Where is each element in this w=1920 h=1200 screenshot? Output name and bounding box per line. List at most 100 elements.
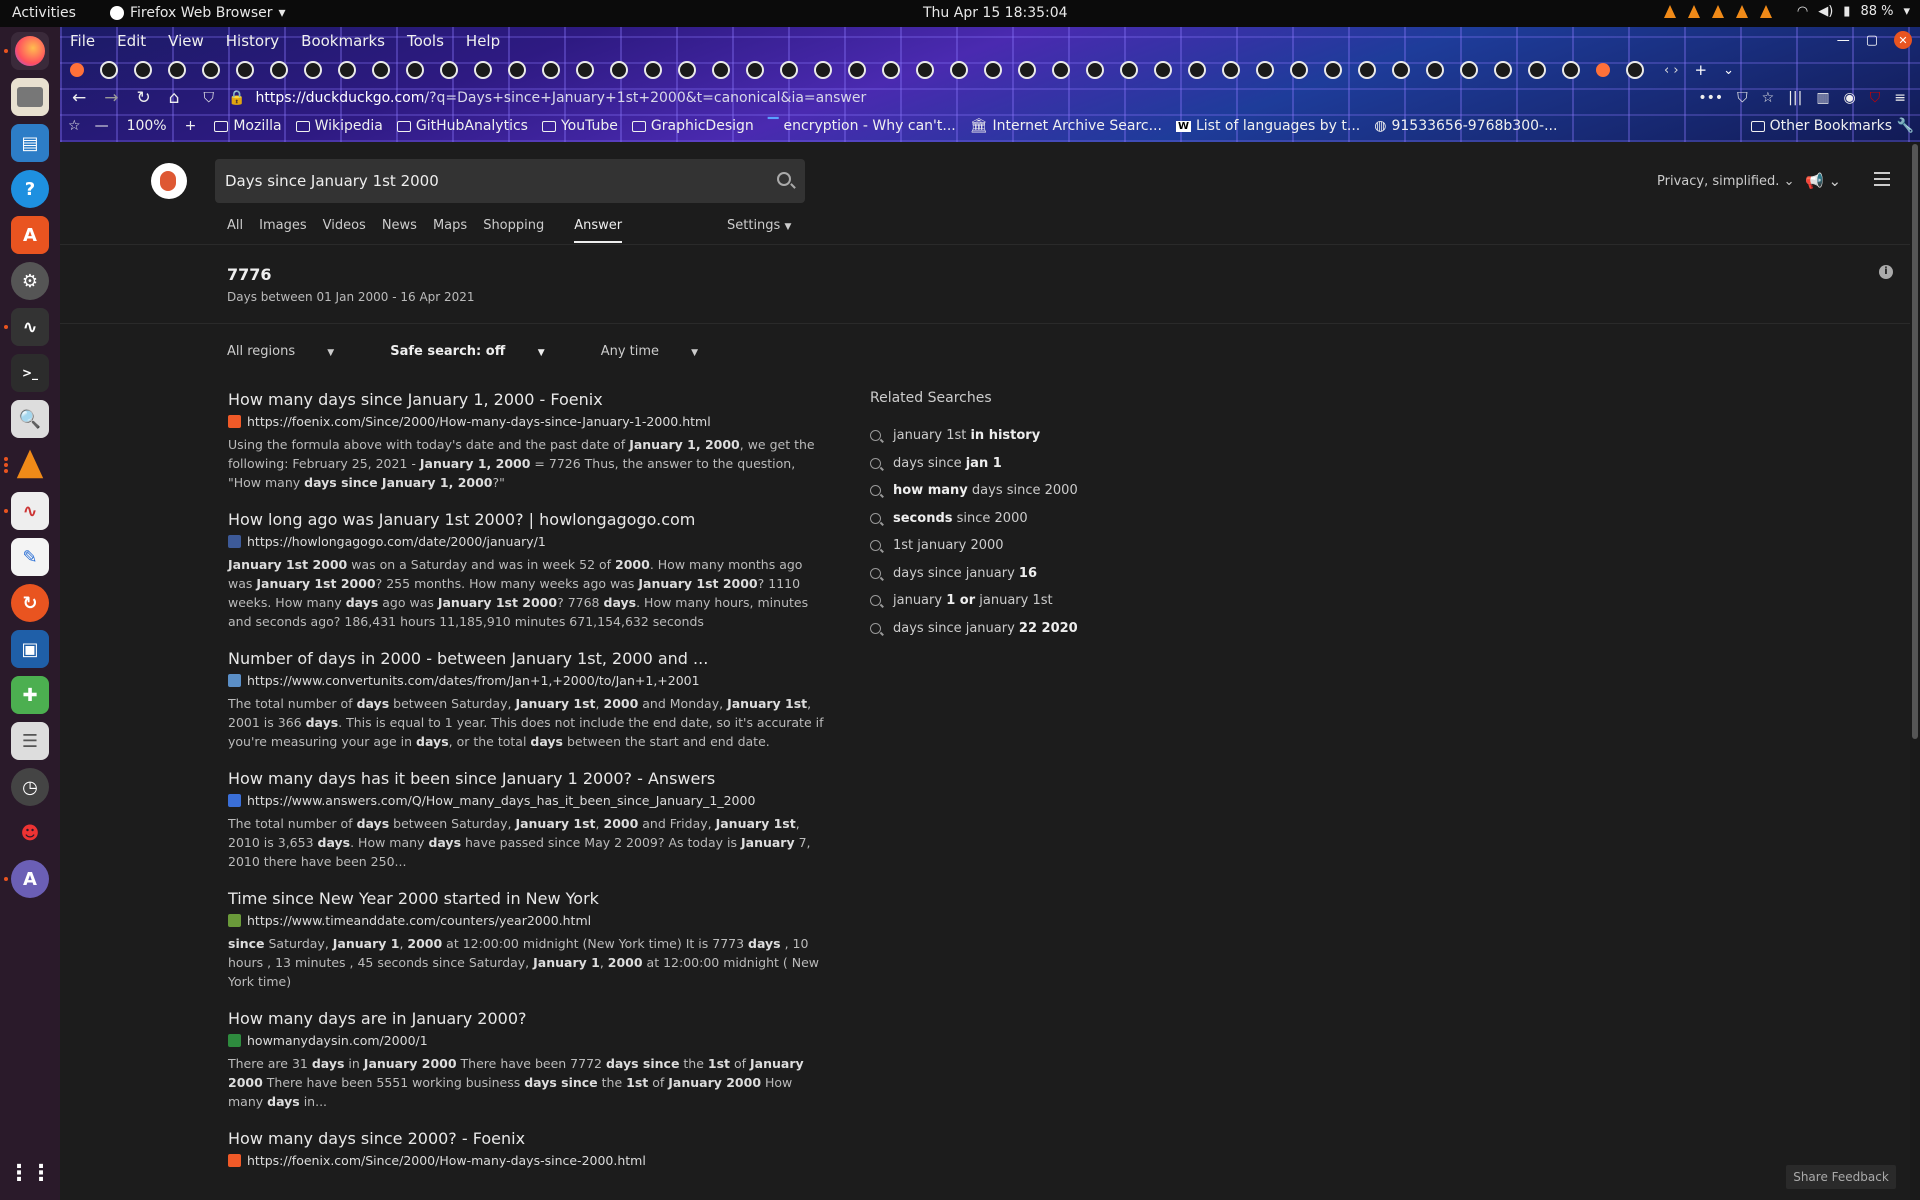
menu-bookmarks[interactable]: Bookmarks (301, 32, 385, 50)
tab-images[interactable]: Images (259, 218, 307, 243)
result-url-row[interactable]: howmanydaysin.com/2000/1 (228, 1033, 828, 1048)
github-tab-icon[interactable] (1188, 61, 1206, 79)
game-launcher[interactable]: ☻ (11, 814, 49, 852)
scrollbar[interactable] (1910, 142, 1920, 1200)
github-tab-icon[interactable] (508, 61, 526, 79)
github-tab-icon[interactable] (440, 61, 458, 79)
maximize-button[interactable]: ▢ (1866, 33, 1878, 48)
github-tab-icon[interactable] (1222, 61, 1240, 79)
bookmark-githubanalytics[interactable]: GitHubAnalytics (396, 118, 528, 134)
library-icon[interactable]: ||| (1788, 90, 1802, 106)
github-tab-icon[interactable] (814, 61, 832, 79)
search-tool-launcher[interactable]: 🔍 (11, 400, 49, 438)
bookmark-youtube[interactable]: YouTube (541, 118, 618, 134)
result-url-row[interactable]: https://www.timeanddate.com/counters/yea… (228, 913, 828, 928)
help-launcher[interactable]: ? (11, 170, 49, 208)
vlc-launcher[interactable] (11, 446, 49, 484)
menu-tools[interactable]: Tools (407, 32, 444, 50)
more-icon[interactable]: ••• (1698, 90, 1723, 106)
result-title[interactable]: How many days are in January 2000? (228, 1009, 828, 1028)
result-url-row[interactable]: https://foenix.com/Since/2000/How-many-d… (228, 414, 828, 429)
tab-scroll-arrows[interactable]: ‹ › (1664, 63, 1679, 78)
zoom-out-button[interactable]: — (95, 118, 109, 134)
tab-maps[interactable]: Maps (433, 218, 467, 243)
back-button[interactable]: ← (72, 88, 86, 108)
wrench-icon[interactable]: 🔧 (1897, 118, 1914, 134)
clock-launcher[interactable]: ◷ (11, 768, 49, 806)
github-tab-icon[interactable] (1052, 61, 1070, 79)
firefox-tab-icon[interactable] (1596, 63, 1610, 77)
bookmark-wikipedia[interactable]: Wikipedia (295, 118, 383, 134)
related-search-item[interactable]: how many days since 2000 (870, 477, 1078, 505)
privacy-dropdown[interactable]: Privacy, simplified. ⌄ (1657, 174, 1794, 189)
result-url[interactable]: https://howlongagogo.com/date/2000/janua… (247, 534, 546, 549)
extension-launcher[interactable]: ✚ (11, 676, 49, 714)
result-url[interactable]: https://www.answers.com/Q/How_many_days_… (247, 793, 755, 808)
github-tab-icon[interactable] (848, 61, 866, 79)
zoom-level[interactable]: 100% (127, 118, 167, 134)
result-url[interactable]: https://www.convertunits.com/dates/from/… (247, 673, 700, 688)
duckduckgo-logo[interactable] (151, 163, 187, 199)
github-tab-icon[interactable] (984, 61, 1002, 79)
url-field[interactable]: https://duckduckgo.com/?q=Days+since+Jan… (255, 90, 866, 106)
github-tab-icon[interactable] (1528, 61, 1546, 79)
app-launcher[interactable]: A (11, 860, 49, 898)
github-tab-icon[interactable] (1460, 61, 1478, 79)
github-tab-icon[interactable] (610, 61, 628, 79)
github-tab-icon[interactable] (1426, 61, 1444, 79)
star-icon[interactable]: ☆ (1762, 90, 1775, 106)
github-tab-icon[interactable] (1626, 61, 1644, 79)
close-button[interactable]: ✕ (1894, 31, 1912, 49)
monitor-launcher[interactable]: ∿ (11, 308, 49, 346)
result-title[interactable]: How long ago was January 1st 2000? | how… (228, 510, 828, 529)
github-tab-icon[interactable] (746, 61, 764, 79)
menu-edit[interactable]: Edit (117, 32, 146, 50)
result-url-row[interactable]: https://www.convertunits.com/dates/from/… (228, 673, 828, 688)
github-tab-icon[interactable] (1392, 61, 1410, 79)
github-tab-icon[interactable] (100, 61, 118, 79)
github-tab-icon[interactable] (882, 61, 900, 79)
minimize-button[interactable]: — (1837, 33, 1850, 48)
show-apps-button[interactable]: ⋮⋮ (8, 1154, 52, 1192)
writer-launcher[interactable]: ▤ (11, 124, 49, 162)
search-icon[interactable] (777, 172, 791, 186)
clock[interactable]: Thu Apr 15 18:35:04 (923, 5, 1068, 21)
related-search-item[interactable]: seconds since 2000 (870, 505, 1078, 533)
github-tab-icon[interactable] (1290, 61, 1308, 79)
github-tab-icon[interactable] (236, 61, 254, 79)
tab-shopping[interactable]: Shopping (483, 218, 544, 243)
sidebar-icon[interactable]: ▥ (1816, 90, 1829, 106)
info-icon[interactable]: i (1879, 265, 1893, 279)
result-title[interactable]: How many days since 2000? - Foenix (228, 1129, 828, 1148)
pocket-icon[interactable]: ⛉ (1737, 90, 1748, 106)
list-tabs-button[interactable]: ⌄ (1723, 63, 1734, 78)
vlc-icon[interactable] (1759, 4, 1773, 19)
github-tab-icon[interactable] (780, 61, 798, 79)
github-tab-icon[interactable] (304, 61, 322, 79)
account-icon[interactable]: ◉ (1844, 90, 1856, 106)
github-tab-icon[interactable] (168, 61, 186, 79)
result-url-row[interactable]: https://foenix.com/Since/2000/How-many-d… (228, 1153, 828, 1168)
app-menu[interactable]: Firefox Web Browser ▾ (110, 5, 286, 21)
tab-videos[interactable]: Videos (323, 218, 366, 243)
settings-launcher[interactable]: ⚙ (11, 262, 49, 300)
other-bookmarks[interactable]: Other Bookmarks (1750, 118, 1892, 134)
github-tab-icon[interactable] (134, 61, 152, 79)
shield-icon[interactable]: ⛉ (204, 90, 215, 106)
firefox-tab-icon[interactable] (70, 63, 84, 77)
bookmark-encryption[interactable]: ▔ encryption - Why can't... (768, 118, 956, 134)
related-search-item[interactable]: january 1 or january 1st (870, 587, 1078, 615)
github-tab-icon[interactable] (712, 61, 730, 79)
github-tab-icon[interactable] (1562, 61, 1580, 79)
menu-history[interactable]: History (226, 32, 279, 50)
bookmark-star-icon[interactable]: ☆ (68, 118, 81, 134)
update-launcher[interactable]: ↻ (11, 584, 49, 622)
vlc-icon[interactable] (1663, 4, 1677, 19)
hamburger-menu-icon[interactable] (1874, 172, 1890, 186)
region-filter[interactable]: All regions ▼ (227, 344, 362, 359)
github-tab-icon[interactable] (576, 61, 594, 79)
result-url[interactable]: https://foenix.com/Since/2000/How-many-d… (247, 1153, 646, 1168)
bookmark-internet-archive[interactable]: 🏛 Internet Archive Searc... (970, 118, 1162, 134)
result-title[interactable]: How many days since January 1, 2000 - Fo… (228, 390, 828, 409)
result-url-row[interactable]: https://www.answers.com/Q/How_many_days_… (228, 793, 828, 808)
